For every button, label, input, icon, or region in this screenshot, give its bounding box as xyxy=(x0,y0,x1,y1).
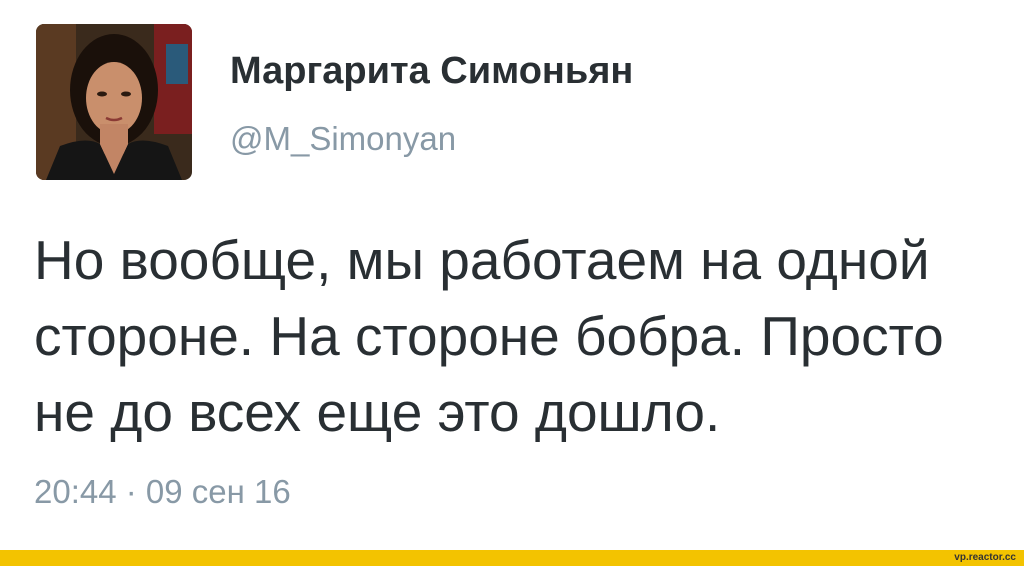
tweet-text-line: Но вообще, мы работаем на одной xyxy=(34,229,930,291)
tweet-text-line: не до всех еще это дошло. xyxy=(34,381,721,443)
avatar-photo xyxy=(36,24,192,180)
display-name[interactable]: Маргарита Симоньян xyxy=(230,50,633,93)
watermark-text: vp.reactor.cc xyxy=(954,552,1016,563)
tweet-text-line: стороне. На стороне бобра. Просто xyxy=(34,305,944,367)
username-handle[interactable]: @M_Simonyan xyxy=(230,120,456,158)
tweet-text: Но вообще, мы работаем на одной стороне.… xyxy=(34,222,994,450)
tweet-card: Маргарита Симоньян @M_Simonyan Но вообще… xyxy=(0,0,1024,550)
avatar[interactable] xyxy=(36,24,192,180)
tweet-timestamp[interactable]: 20:44 · 09 сен 16 xyxy=(34,473,291,511)
watermark-bar: vp.reactor.cc xyxy=(0,550,1024,566)
